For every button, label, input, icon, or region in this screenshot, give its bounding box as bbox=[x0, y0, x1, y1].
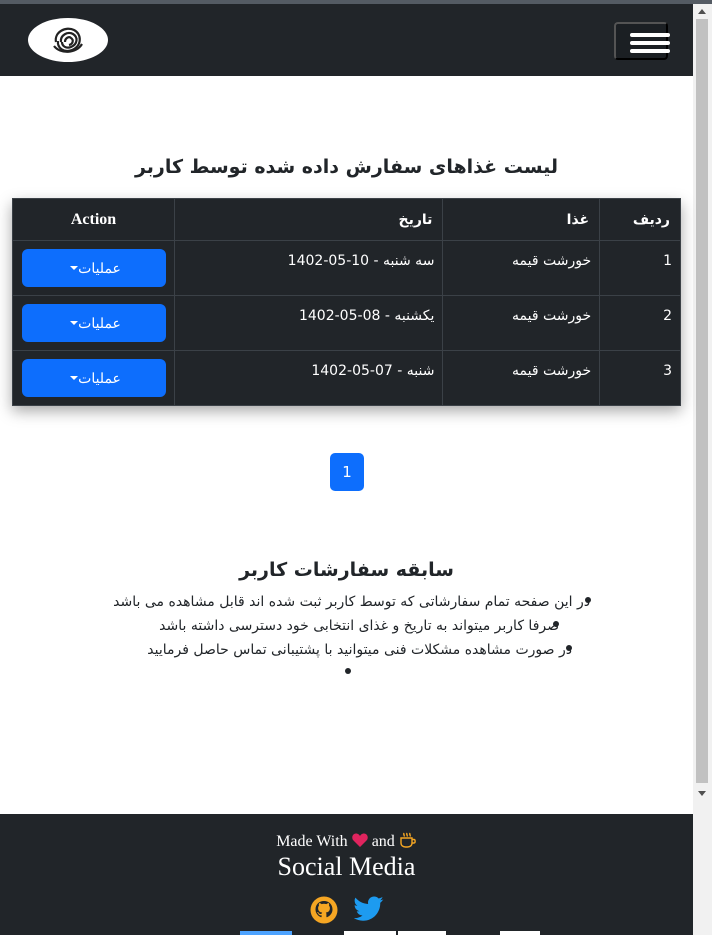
cell-date: شنبه - 07-05-1402 bbox=[174, 350, 444, 406]
bullet-icon bbox=[585, 597, 591, 603]
logo-link[interactable] bbox=[28, 18, 108, 62]
table-row: 2 خورشت قیمه یکشنبه - 08-05-1402 عملیات bbox=[11, 295, 681, 351]
bullet-icon bbox=[345, 668, 351, 674]
coffee-icon bbox=[400, 832, 416, 848]
list-item: در صورت مشاهده مشکلات فنی میتوانید با پش… bbox=[147, 642, 572, 658]
cell-row-number: 3 bbox=[599, 350, 681, 406]
menu-toggle-button[interactable] bbox=[614, 22, 670, 60]
hamburger-menu-icon bbox=[630, 49, 670, 53]
table-row: 3 خورشت قیمه شنبه - 07-05-1402 عملیات bbox=[11, 350, 681, 406]
cell-food: خورشت قیمه bbox=[442, 295, 601, 351]
made-with-text: Made With bbox=[276, 833, 348, 850]
social-media-title: Social Media bbox=[277, 852, 416, 881]
cell-food: خورشت قیمه bbox=[442, 240, 601, 296]
cell-action: عملیات bbox=[11, 295, 176, 351]
twitter-link[interactable] bbox=[353, 896, 384, 924]
partial-element bbox=[344, 931, 396, 935]
header-row-number: ردیف bbox=[599, 198, 681, 241]
operations-dropdown-button[interactable]: عملیات bbox=[21, 304, 166, 342]
cell-date: سه شنبه - 10-05-1402 bbox=[174, 240, 444, 296]
list-item: صرفا کاربر میتواند به تاریخ و غذای انتخا… bbox=[159, 618, 559, 634]
history-title: سابقه سفارشات کاربر bbox=[239, 559, 454, 581]
cell-date: یکشنبه - 08-05-1402 bbox=[174, 295, 444, 351]
scrollbar-thumb[interactable] bbox=[696, 19, 708, 783]
operations-label: عملیات bbox=[78, 259, 121, 276]
list-item: در این صفحه تمام سفارشاتی که توسط کاربر … bbox=[113, 594, 590, 610]
cell-row-number: 1 bbox=[599, 240, 681, 296]
scroll-up-arrow-icon[interactable] bbox=[698, 9, 706, 14]
operations-label: عملیات bbox=[78, 314, 121, 331]
swirl-logo-icon bbox=[53, 27, 83, 53]
operations-dropdown-button[interactable]: عملیات bbox=[21, 359, 166, 397]
header-food: غذا bbox=[442, 198, 601, 241]
hamburger-menu-icon bbox=[630, 33, 670, 37]
table-header-row: ردیف غذا تاریخ Action bbox=[11, 198, 681, 241]
partial-element bbox=[240, 931, 292, 935]
table-row: 1 خورشت قیمه سه شنبه - 10-05-1402 عملیات bbox=[11, 240, 681, 296]
made-with-line: Made With and bbox=[0, 832, 693, 851]
caret-down-icon bbox=[70, 376, 79, 380]
operations-dropdown-button[interactable]: عملیات bbox=[21, 249, 166, 287]
bullet-icon bbox=[566, 645, 572, 651]
footer: Made With and Social Media bbox=[0, 814, 693, 935]
pagination-page-1[interactable]: 1 bbox=[330, 453, 364, 491]
scroll-down-arrow-icon[interactable] bbox=[698, 791, 706, 796]
caret-down-icon bbox=[70, 266, 79, 270]
navbar bbox=[0, 4, 693, 76]
cell-action: عملیات bbox=[11, 240, 176, 296]
and-text: and bbox=[371, 833, 395, 850]
github-link[interactable] bbox=[310, 896, 338, 924]
heart-icon bbox=[351, 833, 368, 847]
twitter-icon bbox=[353, 896, 384, 921]
vertical-scrollbar[interactable] bbox=[693, 4, 712, 935]
hamburger-menu-icon bbox=[630, 41, 670, 45]
operations-label: عملیات bbox=[78, 369, 121, 386]
orders-table: ردیف غذا تاریخ Action 1 خورشت قیمه سه شن… bbox=[11, 198, 681, 406]
partial-element bbox=[398, 931, 446, 935]
partial-element bbox=[500, 931, 540, 935]
cell-row-number: 2 bbox=[599, 295, 681, 351]
cell-food: خورشت قیمه bbox=[442, 350, 601, 406]
social-icons bbox=[310, 896, 390, 926]
github-icon bbox=[310, 896, 338, 924]
page-title: لیست غذاهای سفارش داده شده توسط کاربر bbox=[134, 156, 559, 178]
header-action: Action bbox=[11, 198, 176, 241]
bullet-icon bbox=[553, 621, 559, 627]
caret-down-icon bbox=[70, 321, 79, 325]
cell-action: عملیات bbox=[11, 350, 176, 406]
header-date: تاریخ bbox=[174, 198, 444, 241]
